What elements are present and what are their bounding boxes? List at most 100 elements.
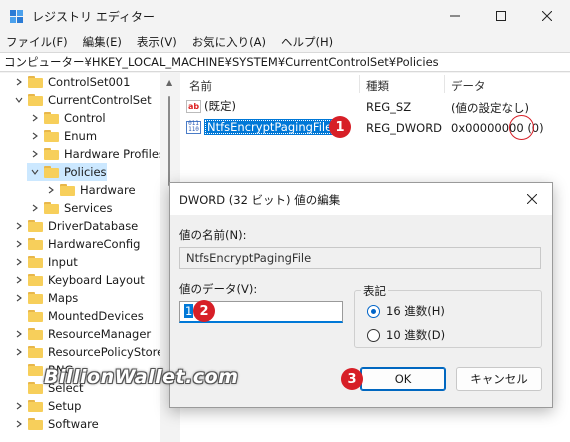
menu-file[interactable]: ファイル(F) <box>6 34 68 50</box>
dialog-titlebar: DWORD (32 ビット) 値の編集 <box>170 183 552 215</box>
address-bar[interactable]: コンピューター¥HKEY_LOCAL_MACHINE¥SYSTEM¥Curren… <box>0 52 570 72</box>
tree-item-label: Hardware <box>80 183 136 197</box>
radio-unchecked-icon[interactable] <box>367 328 380 342</box>
chevron-right-icon[interactable] <box>30 149 40 159</box>
tree-item-maps[interactable]: Maps <box>14 289 78 307</box>
tree-item-rng[interactable]: RNG <box>28 361 74 379</box>
chevron-right-icon[interactable] <box>30 203 40 213</box>
folder-icon <box>28 364 43 376</box>
tree-item-resourcepolicystore[interactable]: ResourcePolicyStore <box>14 343 160 361</box>
ok-button[interactable]: OK <box>360 367 446 391</box>
base-label: 表記 <box>361 283 388 299</box>
column-header-data[interactable]: データ <box>451 78 486 94</box>
folder-icon <box>28 310 43 322</box>
value-data-text: 1 <box>184 304 194 318</box>
tree-item-hardware-profiles[interactable]: Hardware Profiles <box>30 145 160 163</box>
folder-icon <box>28 274 43 286</box>
tree-item-label: Keyboard Layout <box>48 273 145 287</box>
chevron-right-icon[interactable] <box>14 275 24 285</box>
tree-item-label: RNG <box>48 363 74 377</box>
step-1-badge: 1 <box>329 116 351 138</box>
folder-icon <box>44 202 59 214</box>
chevron-right-icon[interactable] <box>14 347 24 357</box>
radio-label: 16 進数(H) <box>386 304 445 318</box>
tree-item-hardwareconfig[interactable]: HardwareConfig <box>14 235 140 253</box>
chevron-right-icon[interactable] <box>14 257 24 267</box>
highlight-circle <box>509 115 534 140</box>
menu-view[interactable]: 表示(V) <box>137 34 177 50</box>
menu-edit[interactable]: 編集(E) <box>83 34 122 50</box>
column-header-name[interactable]: 名前 <box>189 78 212 94</box>
chevron-right-icon[interactable] <box>14 77 24 87</box>
chevron-right-icon[interactable] <box>46 185 56 195</box>
tree-item-label: Control <box>64 111 106 125</box>
chevron-down-icon[interactable] <box>14 95 24 105</box>
tree-item-control[interactable]: Control <box>30 109 106 127</box>
value-type: REG_SZ <box>366 100 412 114</box>
radio-checked-icon[interactable] <box>367 304 380 318</box>
tree-item-controlset001[interactable]: ControlSet001 <box>14 73 130 91</box>
folder-icon <box>28 328 43 340</box>
tree-item-keyboard-layout[interactable]: Keyboard Layout <box>14 271 145 289</box>
tree-item-label: HardwareConfig <box>48 237 141 251</box>
dialog-close-button[interactable] <box>512 183 552 215</box>
folder-open-icon <box>44 166 59 178</box>
folder-icon <box>28 220 43 232</box>
tree-item-label: Input <box>48 255 78 269</box>
chevron-right-icon[interactable] <box>14 329 24 339</box>
tree-item-driverdatabase[interactable]: DriverDatabase <box>14 217 138 235</box>
tree-item-policies[interactable]: Policies <box>27 163 107 181</box>
menu-help[interactable]: ヘルプ(H) <box>281 34 333 50</box>
maximize-icon <box>496 11 506 21</box>
radio-hexadecimal[interactable]: 16 進数(H) <box>367 303 445 319</box>
folder-icon <box>28 418 43 430</box>
close-icon <box>527 194 537 204</box>
scroll-up-icon[interactable]: ▲ <box>166 78 172 87</box>
chevron-right-icon[interactable] <box>14 419 24 429</box>
minimize-icon <box>450 15 460 17</box>
close-button[interactable] <box>524 0 570 32</box>
chevron-right-icon[interactable] <box>14 293 24 303</box>
tree-item-label: Policies <box>64 165 107 179</box>
value-row-ntfsencryptpagingfile[interactable]: 011 110 NtfsEncryptPagingFile <box>186 117 336 137</box>
tree-item-mounteddevices[interactable]: MountedDevices <box>28 307 144 325</box>
folder-icon <box>28 382 43 394</box>
tree-item-enum[interactable]: Enum <box>30 127 97 145</box>
tree-item-software[interactable]: Software <box>14 415 99 433</box>
tree-item-label: Maps <box>48 291 79 305</box>
tree-item-input[interactable]: Input <box>14 253 78 271</box>
folder-icon <box>28 76 43 88</box>
tree-item-resourcemanager[interactable]: ResourceManager <box>14 325 151 343</box>
folder-icon <box>44 112 59 124</box>
column-separator[interactable] <box>359 75 360 93</box>
column-header-type[interactable]: 種類 <box>366 78 389 94</box>
chevron-down-icon[interactable] <box>30 167 40 177</box>
chevron-right-icon[interactable] <box>30 113 40 123</box>
folder-icon <box>44 148 59 160</box>
maximize-button[interactable] <box>478 0 524 32</box>
menu-favorites[interactable]: お気に入り(A) <box>192 34 266 50</box>
folder-icon <box>44 130 59 142</box>
window-titlebar: レジストリ エディター <box>0 0 570 32</box>
radio-decimal[interactable]: 10 進数(D) <box>367 327 445 343</box>
tree-item-label: Services <box>64 201 113 215</box>
chevron-right-icon[interactable] <box>14 239 24 249</box>
column-separator[interactable] <box>444 75 445 93</box>
tree-scrollbar-thumb[interactable] <box>168 96 170 186</box>
value-row-default[interactable]: ab (既定) <box>186 96 236 116</box>
tree-item-services[interactable]: Services <box>30 199 113 217</box>
value-data: (値の設定なし) <box>451 101 529 115</box>
value-type: REG_DWORD <box>366 121 443 135</box>
minimize-button[interactable] <box>432 0 478 32</box>
tree-item-select[interactable]: Select <box>28 379 83 397</box>
value-name: (既定) <box>204 99 236 113</box>
chevron-right-icon[interactable] <box>30 131 40 141</box>
dialog-title: DWORD (32 ビット) 値の編集 <box>179 193 341 207</box>
chevron-right-icon[interactable] <box>14 401 24 411</box>
chevron-right-icon[interactable] <box>14 221 24 231</box>
cancel-button[interactable]: キャンセル <box>456 367 542 391</box>
tree-item-hardware[interactable]: Hardware <box>46 181 136 199</box>
tree-item-currentcontrolset[interactable]: CurrentControlSet <box>14 91 152 109</box>
tree-item-setup[interactable]: Setup <box>14 397 81 415</box>
tree-item-label: ResourceManager <box>48 327 152 341</box>
